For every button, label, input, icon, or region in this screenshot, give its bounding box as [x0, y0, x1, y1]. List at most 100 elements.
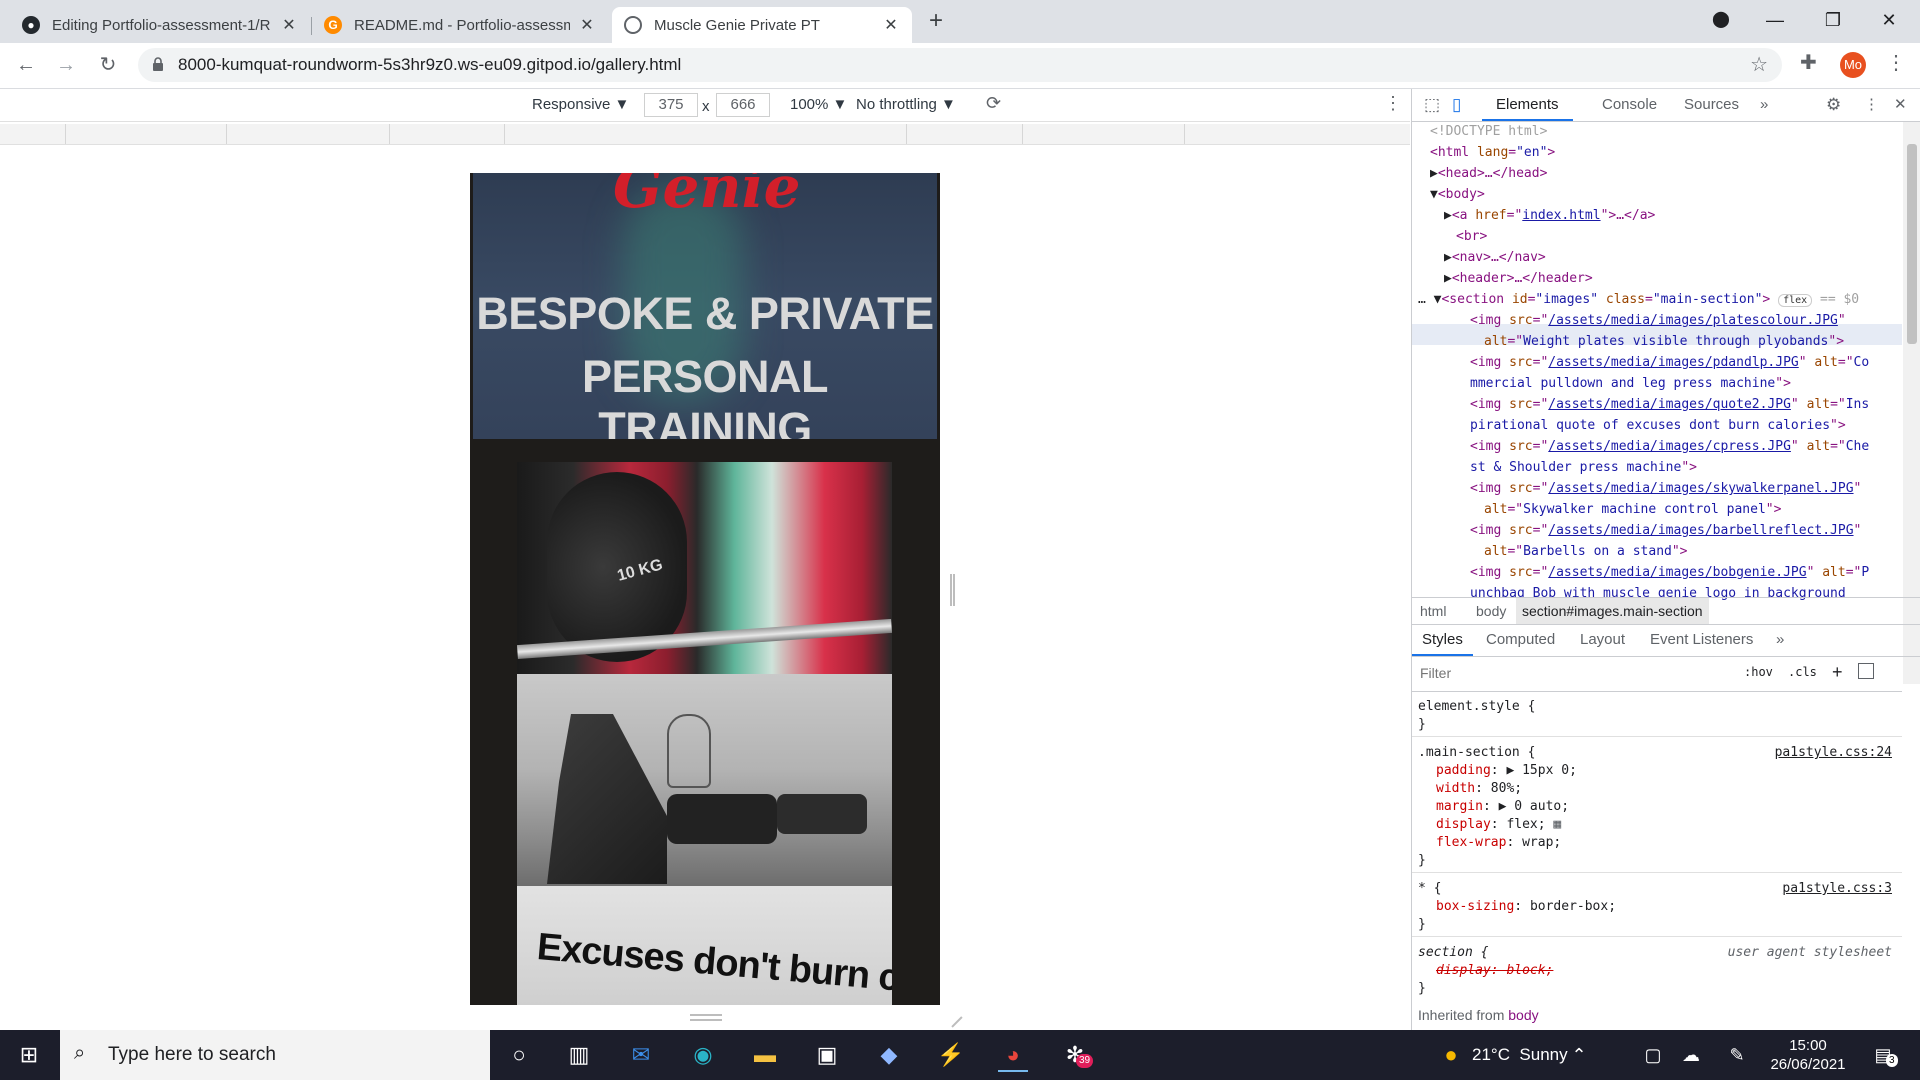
img-node[interactable]: <img src="/assets/media/images/barbellre…: [1470, 521, 1861, 542]
address-bar[interactable]: 8000-kumquat-roundworm-5s3hr9z0.ws-eu09.…: [138, 48, 1782, 82]
resize-handle-bottom[interactable]: [690, 1014, 722, 1021]
url-text[interactable]: 8000-kumquat-roundworm-5s3hr9z0.ws-eu09.…: [178, 48, 681, 82]
nav-node[interactable]: ▶<nav>…</nav>: [1444, 248, 1546, 269]
taskbar-search[interactable]: ⌕ Type here to search: [60, 1030, 490, 1080]
tab-elements[interactable]: Elements: [1482, 89, 1573, 121]
br-node[interactable]: <br>: [1456, 227, 1487, 248]
maximize-button[interactable]: ❐: [1810, 0, 1856, 40]
doctype-node[interactable]: <!DOCTYPE html>: [1430, 122, 1547, 143]
scrollbar-thumb[interactable]: [1907, 144, 1917, 344]
img-node[interactable]: <img src="/assets/media/images/skywalker…: [1470, 479, 1861, 500]
throttling-dropdown[interactable]: No throttling ▼: [856, 96, 956, 113]
file-explorer-icon[interactable]: ▬: [750, 1040, 780, 1070]
tray-chevron-icon[interactable]: ⌃: [1564, 1040, 1594, 1070]
new-tab-button[interactable]: +: [922, 8, 950, 36]
tab-event-listeners[interactable]: Event Listeners: [1650, 624, 1753, 656]
img-node-cont[interactable]: alt="Skywalker machine control panel">: [1484, 500, 1781, 521]
universal-selector[interactable]: * {: [1418, 880, 1441, 898]
weather-text[interactable]: 21°C Sunny: [1472, 1045, 1568, 1065]
flexbox-editor-icon[interactable]: ▦: [1553, 817, 1561, 832]
back-icon[interactable]: ←: [12, 51, 40, 79]
header-node[interactable]: ▶<header>…</header>: [1444, 269, 1593, 290]
pen-icon[interactable]: ✎: [1722, 1040, 1752, 1070]
img-node-cont[interactable]: alt="Barbells on a stand">: [1484, 542, 1688, 563]
tab-readme[interactable]: G README.md - Portfolio-assessme ✕: [312, 7, 608, 43]
devtools-close-icon[interactable]: ✕: [1894, 89, 1907, 121]
flex-badge[interactable]: flex: [1778, 294, 1813, 307]
responsive-dropdown[interactable]: Responsive ▼: [532, 96, 629, 113]
css-declaration[interactable]: width: 80%;: [1436, 780, 1522, 798]
css-declaration[interactable]: padding: ▶ 15px 0;: [1436, 762, 1577, 780]
section-node[interactable]: … ▼<section id="images" class="main-sect…: [1418, 290, 1859, 312]
breadcrumb-section[interactable]: section#images.main-section: [1516, 598, 1709, 624]
clock[interactable]: 15:00 26/06/2021: [1768, 1036, 1848, 1074]
breadcrumb-html[interactable]: html: [1420, 598, 1446, 624]
device-toggle-icon[interactable]: ▯: [1452, 89, 1461, 121]
weather-sun-icon[interactable]: ●: [1436, 1040, 1466, 1070]
dropbox-icon[interactable]: ◆: [874, 1040, 904, 1070]
ruler-segment[interactable]: [1184, 124, 1185, 144]
img-node[interactable]: <img src="/assets/media/images/cpress.JP…: [1470, 437, 1869, 458]
more-tabs-icon[interactable]: »: [1776, 624, 1784, 656]
ruler-segment[interactable]: [906, 124, 907, 144]
browser-menu-icon[interactable]: ⋮: [1886, 50, 1906, 75]
brand-logo-script[interactable]: Genie: [613, 173, 801, 221]
img-node-cont[interactable]: pirational quote of excuses dont burn ca…: [1470, 416, 1846, 437]
onedrive-icon[interactable]: ☁: [1676, 1040, 1706, 1070]
slack-icon[interactable]: ✻ 39: [1060, 1040, 1094, 1070]
stylesheet-link[interactable]: pa1style.css:24: [1775, 744, 1892, 762]
head-node[interactable]: ▶<head>…</head>: [1430, 164, 1547, 185]
inspect-element-icon[interactable]: ⬚: [1424, 89, 1440, 121]
hov-toggle[interactable]: :hov: [1744, 665, 1773, 679]
forward-icon[interactable]: →: [52, 51, 80, 79]
tab-computed[interactable]: Computed: [1486, 624, 1555, 656]
cortana-icon[interactable]: ○: [504, 1040, 534, 1070]
ruler-segment[interactable]: [389, 124, 390, 144]
window-close-button[interactable]: ✕: [1866, 0, 1912, 40]
meet-now-icon[interactable]: ▢: [1638, 1040, 1668, 1070]
resize-handle-right[interactable]: [950, 574, 955, 606]
css-declaration[interactable]: margin: ▶ 0 auto;: [1436, 798, 1569, 816]
chrome-icon[interactable]: ◕: [998, 1040, 1028, 1072]
reload-icon[interactable]: ↻: [94, 51, 122, 79]
vscode-icon[interactable]: ⚡: [936, 1040, 966, 1070]
tab-search-icon[interactable]: ⬤: [1698, 0, 1744, 40]
profile-avatar[interactable]: Mo: [1840, 52, 1866, 78]
stylesheet-link[interactable]: pa1style.css:3: [1782, 880, 1892, 898]
add-rule-icon[interactable]: +: [1832, 662, 1843, 683]
tab-sources[interactable]: Sources: [1684, 89, 1739, 121]
html-node[interactable]: <html lang="en">: [1430, 143, 1555, 164]
task-view-icon[interactable]: ▥: [564, 1040, 594, 1070]
css-declaration[interactable]: flex-wrap: wrap;: [1436, 834, 1561, 852]
css-declaration[interactable]: display: flex; ▦: [1436, 816, 1561, 834]
img-node-cont[interactable]: mmercial pulldown and leg press machine"…: [1470, 374, 1791, 395]
zoom-dropdown[interactable]: 100% ▼: [790, 96, 847, 113]
viewport-width-input[interactable]: 375: [644, 93, 698, 117]
viewport-height-input[interactable]: 666: [716, 93, 770, 117]
tab-console[interactable]: Console: [1602, 89, 1657, 121]
body-node[interactable]: ▼<body>: [1430, 185, 1485, 206]
section-selector[interactable]: section {: [1418, 944, 1488, 962]
minimize-button[interactable]: —: [1752, 0, 1798, 40]
ruler-segment[interactable]: [65, 124, 66, 144]
store-icon[interactable]: ▣: [812, 1040, 842, 1070]
close-icon[interactable]: ✕: [280, 15, 298, 35]
img-node-cont[interactable]: alt="Weight plates visible through plyob…: [1484, 332, 1844, 353]
windows-start-icon[interactable]: ⊞: [14, 1040, 44, 1070]
settings-gear-icon[interactable]: ⚙: [1826, 89, 1841, 121]
ruler-segment[interactable]: [226, 124, 227, 144]
tab-layout[interactable]: Layout: [1580, 624, 1625, 656]
more-tabs-icon[interactable]: »: [1760, 89, 1768, 121]
filter-input[interactable]: Filter: [1420, 665, 1451, 681]
device-toolbar-menu-icon[interactable]: ⋮: [1384, 93, 1402, 114]
element-style-rule[interactable]: element.style {: [1418, 698, 1535, 716]
close-icon[interactable]: ✕: [882, 15, 900, 35]
ruler-segment[interactable]: [1022, 124, 1023, 144]
devtools-menu-icon[interactable]: ⋮: [1864, 89, 1879, 121]
img-node-cont[interactable]: st & Shoulder press machine">: [1470, 458, 1697, 479]
close-icon[interactable]: ✕: [578, 15, 596, 35]
sidebar-toggle-icon[interactable]: [1858, 663, 1874, 679]
tab-github[interactable]: ● Editing Portfolio-assessment-1/R ✕: [10, 7, 310, 43]
extensions-icon[interactable]: ✚: [1800, 50, 1817, 75]
mail-icon[interactable]: ✉: [626, 1040, 656, 1070]
